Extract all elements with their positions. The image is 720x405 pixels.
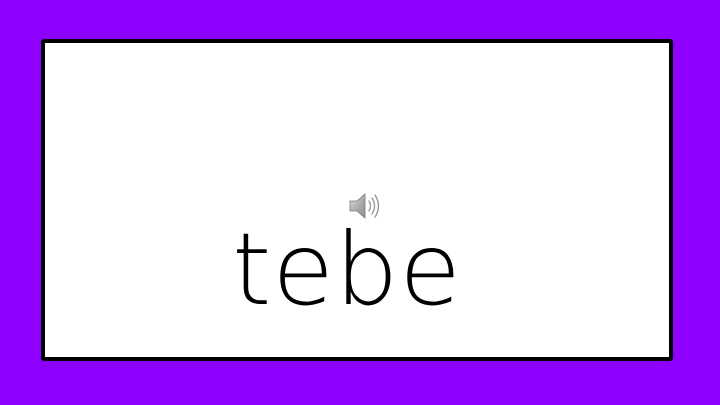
word-card: tebe bbox=[41, 39, 673, 361]
vocabulary-word: tebe bbox=[232, 211, 462, 328]
